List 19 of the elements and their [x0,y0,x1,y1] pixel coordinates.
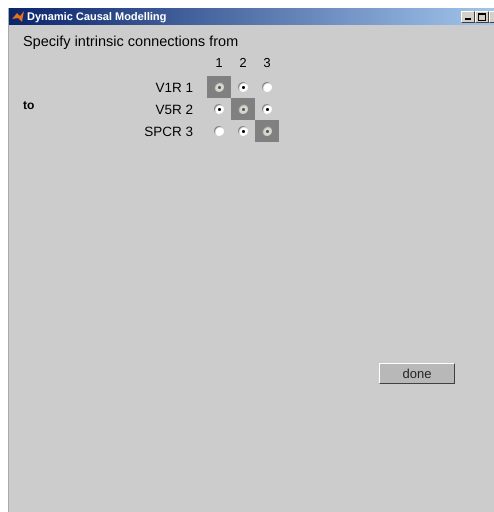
column-number: 3 [262,54,272,70]
column-number: 2 [238,54,248,70]
window-title: Dynamic Causal Modelling [27,10,168,22]
radio-button[interactable] [262,82,272,92]
radio-button[interactable] [238,126,248,136]
radio-button[interactable] [238,82,248,92]
radio-button[interactable] [262,104,272,114]
column-number: 1 [214,54,224,70]
logo-icon [12,10,24,22]
row-label: SPCR 3 [143,122,194,140]
minimize-icon[interactable] [461,10,475,22]
heading: Specify intrinsic connections from [23,34,240,50]
radio-button[interactable] [214,104,224,114]
maximize-icon[interactable] [475,10,489,22]
to-label: to [23,97,36,112]
row-label: V1R 1 [154,78,194,96]
done-button[interactable]: done [379,363,455,384]
radio-button[interactable] [214,126,224,136]
row-label: V5R 2 [154,100,194,118]
